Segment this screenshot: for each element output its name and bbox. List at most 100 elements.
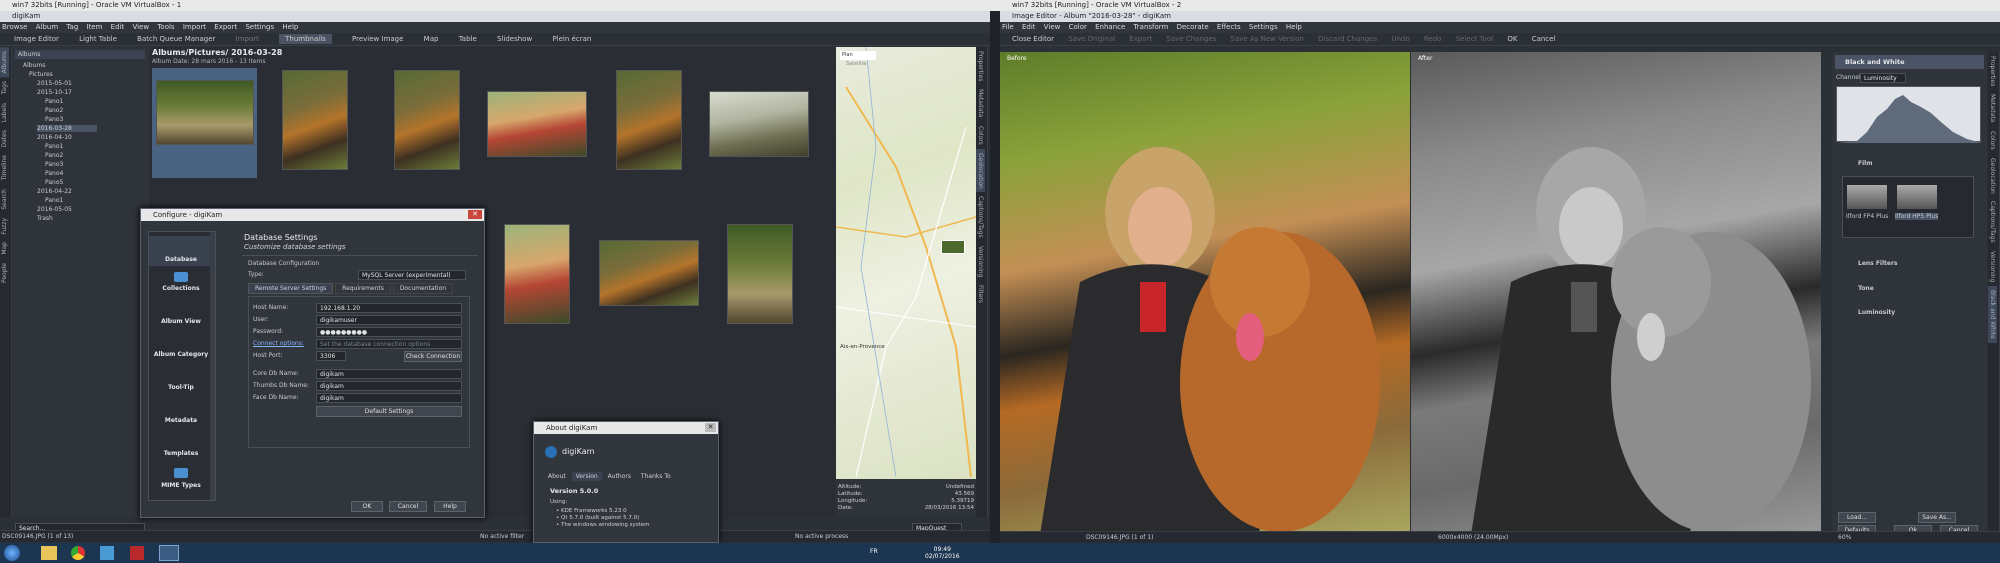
menu-tools[interactable]: Tools	[157, 23, 174, 31]
map-photo-marker[interactable]	[941, 240, 965, 254]
after-image[interactable]: After	[1411, 52, 1821, 535]
load-button[interactable]: Load...	[1838, 512, 1876, 523]
file-explorer-icon[interactable]	[41, 546, 57, 560]
cancel-button[interactable]: Cancel	[389, 501, 427, 512]
tab-colors[interactable]: Colors	[1988, 127, 1997, 154]
film-preview[interactable]	[1897, 185, 1937, 209]
digikam-task-icon[interactable]	[159, 545, 179, 561]
image-editor-button[interactable]: Image Editor	[14, 35, 59, 43]
nav-database[interactable]: Database	[149, 256, 213, 263]
tree-album[interactable]: 2015-10-17	[37, 89, 72, 96]
tree-album[interactable]: Pano5	[45, 179, 63, 186]
tab-requirements[interactable]: Requirements	[335, 283, 391, 294]
tab-labels[interactable]: Labels	[0, 99, 9, 126]
tree-pictures[interactable]: Pictures	[29, 71, 53, 78]
menu-item[interactable]: Item	[87, 23, 103, 31]
photo-thumbnail[interactable]	[487, 91, 587, 157]
photo-thumbnail[interactable]	[616, 70, 682, 170]
menu-view[interactable]: View	[1044, 23, 1061, 31]
menu-transform[interactable]: Transform	[1134, 23, 1169, 31]
face-db-field[interactable]: digikam	[316, 393, 462, 403]
save-new-version-button[interactable]: Save As New Version	[1231, 35, 1304, 43]
discard-changes-button[interactable]: Discard Changes	[1318, 35, 1377, 43]
photo-thumbnail[interactable]	[599, 240, 699, 306]
clock[interactable]: 09:49 02/07/2016	[925, 546, 960, 560]
film-name[interactable]: Ilford FP4 Plus	[1846, 213, 1888, 220]
table-button[interactable]: Table	[459, 35, 477, 43]
save-as-button[interactable]: Save As...	[1918, 512, 1956, 523]
host-field[interactable]: 192.168.1.20	[316, 303, 462, 313]
menu-edit[interactable]: Edit	[111, 23, 125, 31]
notepad-icon[interactable]	[100, 546, 114, 560]
section-luminosity[interactable]: Luminosity	[1858, 309, 1895, 316]
tab-thanks[interactable]: Thanks To	[637, 472, 675, 481]
port-field[interactable]: 3306	[316, 351, 346, 361]
slideshow-button[interactable]: Slideshow	[497, 35, 532, 43]
undo-button[interactable]: Undo	[1391, 35, 1409, 43]
editor-cancel-button[interactable]: Cancel	[1532, 35, 1556, 43]
tab-tags[interactable]: Tags	[0, 77, 9, 98]
menu-export[interactable]: Export	[214, 23, 237, 31]
tab-properties[interactable]: Properties	[1988, 52, 1997, 90]
map-view[interactable]: Plan Satellite Aix-en-Provence	[836, 47, 976, 479]
tab-captions[interactable]: Captions/Tags	[976, 192, 985, 242]
tab-dates[interactable]: Dates	[0, 126, 9, 151]
tab-black-white[interactable]: Black and White	[1988, 286, 1997, 344]
tab-versioning[interactable]: Versioning	[1988, 247, 1997, 286]
filezilla-icon[interactable]	[130, 546, 144, 560]
tab-documentation[interactable]: Documentation	[392, 283, 454, 294]
photo-thumbnail[interactable]	[709, 91, 809, 157]
save-original-button[interactable]: Save Original	[1068, 35, 1115, 43]
nav-metadata[interactable]: Metadata	[149, 417, 213, 424]
password-field[interactable]: ●●●●●●●●●	[316, 327, 462, 337]
tree-album[interactable]: Pano4	[45, 170, 63, 177]
tree-album[interactable]: Pano2	[45, 152, 63, 159]
ok-button[interactable]: OK	[351, 501, 383, 512]
before-image[interactable]: Before	[1000, 52, 1410, 535]
tab-metadata[interactable]: Metadata	[1988, 90, 1997, 126]
nav-scrollbar[interactable]	[210, 232, 215, 500]
channel-select[interactable]: Luminosity	[1860, 73, 1906, 83]
close-icon[interactable]: ✕	[468, 210, 482, 219]
start-button-icon[interactable]	[4, 545, 20, 561]
film-name-selected[interactable]: Ilford HP5 Plus	[1895, 213, 1939, 220]
tab-geolocation[interactable]: Geolocation	[976, 148, 985, 193]
tab-versioning[interactable]: Versioning	[976, 242, 985, 281]
tree-albums[interactable]: Albums	[23, 62, 45, 69]
tree-album[interactable]: 2016-04-10	[37, 134, 72, 141]
nav-collections[interactable]: Collections	[149, 285, 213, 292]
thumbnails-button[interactable]: Thumbnails	[279, 34, 332, 44]
menu-import[interactable]: Import	[183, 23, 206, 31]
export-button[interactable]: Export	[1129, 35, 1152, 43]
photo-thumbnail[interactable]	[504, 224, 570, 324]
close-icon[interactable]: ✕	[705, 423, 716, 432]
tab-remote-server[interactable]: Remote Server Settings	[248, 283, 334, 294]
tab-timeline[interactable]: Timeline	[0, 151, 9, 185]
help-button[interactable]: Help	[434, 501, 466, 512]
section-tone[interactable]: Tone	[1858, 285, 1874, 292]
map-tab-plan[interactable]: Plan	[842, 52, 853, 58]
menu-settings[interactable]: Settings	[1249, 23, 1278, 31]
photo-thumbnail[interactable]	[727, 224, 793, 324]
section-lens-filters[interactable]: Lens Filters	[1858, 260, 1898, 267]
tab-albums[interactable]: Albums	[0, 47, 9, 78]
nav-templates[interactable]: Templates	[149, 450, 213, 457]
close-editor-button[interactable]: Close Editor	[1012, 35, 1054, 43]
tree-album[interactable]: Pano3	[45, 161, 63, 168]
menu-edit[interactable]: Edit	[1022, 23, 1036, 31]
select-tool-button[interactable]: Select Tool	[1456, 35, 1493, 43]
user-field[interactable]: digikamuser	[316, 315, 462, 325]
tab-authors[interactable]: Authors	[604, 472, 635, 481]
menu-help[interactable]: Help	[282, 23, 298, 31]
thumbs-db-field[interactable]: digikam	[316, 381, 462, 391]
tab-metadata[interactable]: Metadata	[976, 85, 985, 121]
menu-tag[interactable]: Tag	[66, 23, 78, 31]
menu-effects[interactable]: Effects	[1217, 23, 1241, 31]
check-connection-button[interactable]: Check Connection	[404, 351, 462, 362]
menu-file[interactable]: File	[1002, 23, 1014, 31]
film-preview[interactable]	[1847, 185, 1887, 209]
preview-image-button[interactable]: Preview Image	[352, 35, 403, 43]
zoom-level[interactable]: 60%	[1838, 533, 1851, 543]
fullscreen-button[interactable]: Plein écran	[552, 35, 591, 43]
tree-album[interactable]: Pano3	[45, 116, 63, 123]
